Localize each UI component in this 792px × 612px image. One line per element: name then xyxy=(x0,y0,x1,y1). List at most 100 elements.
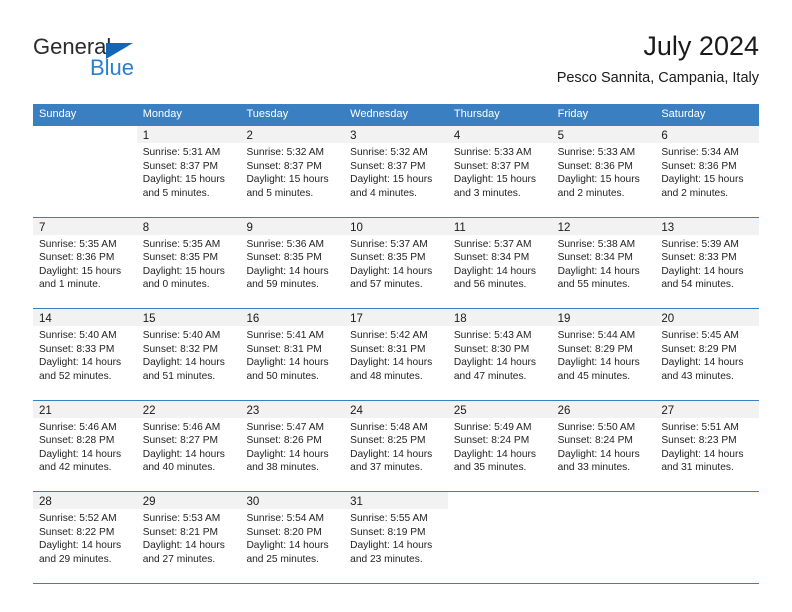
weekday-header-wednesday: Wednesday xyxy=(350,108,409,120)
day-number: 8 xyxy=(142,221,150,234)
day-number: 10 xyxy=(350,221,363,234)
calendar-day-cell[interactable]: 25 Sunrise: 5:49 AM Sunset: 8:24 PM Dayligh… xyxy=(447,400,552,492)
day-number-band: 18 xyxy=(447,309,552,326)
sunset-text: Sunset: 8:24 PM xyxy=(453,435,530,447)
calendar-day-cell[interactable]: 1 Sunrise: 5:31 AM Sunset: 8:37 PM Daylight… xyxy=(136,126,241,217)
calendar-day-cell[interactable]: 15 Sunrise: 5:40 AM Sunset: 8:32 PM Dayligh… xyxy=(136,309,241,400)
daylight-text-line1: Daylight: 14 hours xyxy=(142,448,225,460)
calendar-day-cell[interactable]: 27 Sunrise: 5:51 AM Sunset: 8:23 PM Dayligh… xyxy=(655,400,760,492)
calendar-day-cell[interactable]: 12 Sunrise: 5:38 AM Sunset: 8:34 PM Dayligh… xyxy=(551,217,656,309)
calendar-day-cell[interactable]: 16 Sunrise: 5:41 AM Sunset: 8:31 PM Dayligh… xyxy=(240,309,345,400)
sunrise-text: Sunrise: 5:33 AM xyxy=(453,147,532,158)
calendar-day-cell[interactable]: 17 Sunrise: 5:42 AM Sunset: 8:31 PM Dayligh… xyxy=(344,309,448,400)
daylight-text-line2: and 2 minutes. xyxy=(557,187,625,199)
day-number-band: 17 xyxy=(344,309,448,326)
calendar-day-cell[interactable]: 26 Sunrise: 5:50 AM Sunset: 8:24 PM Dayligh… xyxy=(551,400,656,492)
general-blue-logo[interactable]: General Blue xyxy=(33,34,253,90)
daylight-text-line2: and 57 minutes. xyxy=(350,279,423,291)
calendar-day-cell[interactable]: 3 Sunrise: 5:32 AM Sunset: 8:37 PM Daylight… xyxy=(344,126,448,217)
calendar-day-cell[interactable]: 13 Sunrise: 5:39 AM Sunset: 8:33 PM Dayligh… xyxy=(655,217,760,309)
sunset-text: Sunset: 8:20 PM xyxy=(246,526,322,538)
day-number: 7 xyxy=(39,221,46,234)
daylight-text-line2: and 52 minutes. xyxy=(39,370,112,382)
sunset-text: Sunset: 8:29 PM xyxy=(557,343,633,355)
sunset-text: Sunset: 8:36 PM xyxy=(39,252,115,264)
daylight-text-line2: and 35 minutes. xyxy=(453,462,527,474)
daylight-text-line2: and 1 minute. xyxy=(39,279,101,291)
day-sun-info: Sunrise: 5:55 AM Sunset: 8:19 PM Daylight:… xyxy=(344,509,448,566)
daylight-text-line1: Daylight: 14 hours xyxy=(557,448,640,460)
sunset-text: Sunset: 8:30 PM xyxy=(453,343,530,355)
calendar-day-cell[interactable]: 14 Sunrise: 5:40 AM Sunset: 8:33 PM Dayligh… xyxy=(33,309,137,400)
day-sun-info: Sunrise: 5:50 AM Sunset: 8:24 PM Daylight:… xyxy=(552,418,656,475)
day-number-band: 24 xyxy=(344,400,448,418)
sunrise-text: Sunrise: 5:42 AM xyxy=(350,330,428,341)
day-sun-info: Sunrise: 5:33 AM Sunset: 8:36 PM Daylight:… xyxy=(552,143,656,200)
calendar-day-cell[interactable]: 21 Sunrise: 5:46 AM Sunset: 8:28 PM Dayligh… xyxy=(33,400,137,492)
sunset-text: Sunset: 8:35 PM xyxy=(246,252,322,264)
day-number: 16 xyxy=(246,313,260,325)
day-number-band: 13 xyxy=(655,217,760,235)
daylight-text-line2: and 55 minutes. xyxy=(557,279,631,291)
calendar-day-cell[interactable]: 8 Sunrise: 5:35 AM Sunset: 8:35 PM Daylight… xyxy=(136,217,241,309)
calendar-day-cell-empty xyxy=(551,492,656,583)
daylight-text-line2: and 40 minutes. xyxy=(142,462,216,474)
daylight-text-line2: and 29 minutes. xyxy=(39,553,112,565)
calendar-day-cell[interactable]: 4 Sunrise: 5:33 AM Sunset: 8:37 PM Daylight… xyxy=(447,126,552,217)
sunrise-text: Sunrise: 5:35 AM xyxy=(39,238,117,250)
weekday-header-friday: Friday xyxy=(557,108,589,120)
sunrise-text: Sunrise: 5:40 AM xyxy=(142,330,221,341)
calendar-day-cell[interactable]: 20 Sunrise: 5:45 AM Sunset: 8:29 PM Dayligh… xyxy=(655,309,760,400)
calendar-day-cell[interactable]: 2 Sunrise: 5:32 AM Sunset: 8:37 PM Daylight… xyxy=(240,126,345,217)
day-number-band: 9 xyxy=(240,217,345,235)
day-number: 4 xyxy=(453,130,461,142)
day-sun-info: Sunrise: 5:42 AM Sunset: 8:31 PM Daylight:… xyxy=(344,326,448,383)
sunset-text: Sunset: 8:28 PM xyxy=(39,435,115,447)
calendar-day-cell[interactable]: 10 Sunrise: 5:37 AM Sunset: 8:35 PM Dayligh… xyxy=(344,217,448,309)
sunrise-text: Sunrise: 5:50 AM xyxy=(557,421,636,433)
day-number-band: 14 xyxy=(33,309,137,326)
calendar-day-cell[interactable]: 30 Sunrise: 5:54 AM Sunset: 8:20 PM Dayligh… xyxy=(240,492,345,583)
sunrise-text: Sunrise: 5:54 AM xyxy=(246,513,325,524)
day-number-band: 3 xyxy=(344,126,448,143)
daylight-text-line2: and 27 minutes. xyxy=(142,553,216,565)
calendar-grid: Sunday Monday Tuesday Wednesday Thursday Frid… xyxy=(33,104,760,584)
day-sun-info: Sunrise: 5:53 AM Sunset: 8:21 PM Daylight:… xyxy=(137,509,241,566)
sunset-text: Sunset: 8:37 PM xyxy=(246,160,322,172)
day-sun-info xyxy=(655,509,759,512)
day-number-band: 4 xyxy=(447,126,552,143)
calendar-day-cell[interactable]: 19 Sunrise: 5:44 AM Sunset: 8:29 PM Dayligh… xyxy=(551,309,656,400)
sunrise-text: Sunrise: 5:40 AM xyxy=(39,330,117,341)
day-number: 6 xyxy=(661,130,668,142)
calendar-day-cell[interactable]: 18 Sunrise: 5:43 AM Sunset: 8:30 PM Dayligh… xyxy=(447,309,552,400)
day-sun-info: Sunrise: 5:49 AM Sunset: 8:24 PM Daylight:… xyxy=(448,418,552,475)
sunrise-text: Sunrise: 5:32 AM xyxy=(350,147,428,158)
sunrise-text: Sunrise: 5:36 AM xyxy=(246,238,325,250)
day-number: 14 xyxy=(39,313,52,325)
calendar-day-cell[interactable]: 22 Sunrise: 5:46 AM Sunset: 8:27 PM Dayligh… xyxy=(136,400,241,492)
daylight-text-line2: and 56 minutes. xyxy=(453,279,527,291)
calendar-day-cell[interactable]: 9 Sunrise: 5:36 AM Sunset: 8:35 PM Daylight… xyxy=(240,217,345,309)
day-number-band: 7 xyxy=(33,217,137,235)
calendar-day-cell[interactable]: 23 Sunrise: 5:47 AM Sunset: 8:26 PM Dayligh… xyxy=(240,400,345,492)
sunset-text: Sunset: 8:26 PM xyxy=(246,435,322,447)
calendar-day-cell[interactable]: 6 Sunrise: 5:34 AM Sunset: 8:36 PM Daylight… xyxy=(655,126,760,217)
calendar-week-row: 21 Sunrise: 5:46 AM Sunset: 8:28 PM Dayligh… xyxy=(33,399,760,492)
sunset-text: Sunset: 8:35 PM xyxy=(142,252,219,264)
daylight-text-line2: and 37 minutes. xyxy=(350,462,423,474)
sunrise-text: Sunrise: 5:49 AM xyxy=(453,421,532,433)
day-sun-info: Sunrise: 5:45 AM Sunset: 8:29 PM Daylight:… xyxy=(655,326,759,383)
day-sun-info: Sunrise: 5:31 AM Sunset: 8:37 PM Daylight:… xyxy=(137,143,241,200)
day-sun-info: Sunrise: 5:40 AM Sunset: 8:32 PM Daylight:… xyxy=(137,326,241,383)
calendar-day-cell[interactable]: 31 Sunrise: 5:55 AM Sunset: 8:19 PM Dayligh… xyxy=(344,492,448,583)
calendar-day-cell[interactable]: 24 Sunrise: 5:48 AM Sunset: 8:25 PM Dayligh… xyxy=(344,400,448,492)
sunrise-text: Sunrise: 5:47 AM xyxy=(246,421,325,433)
daylight-text-line1: Daylight: 15 hours xyxy=(453,174,536,186)
calendar-day-cell[interactable]: 5 Sunrise: 5:33 AM Sunset: 8:36 PM Daylight… xyxy=(551,126,656,217)
calendar-day-cell[interactable]: 29 Sunrise: 5:53 AM Sunset: 8:21 PM Dayligh… xyxy=(136,492,241,583)
calendar-day-cell[interactable]: 7 Sunrise: 5:35 AM Sunset: 8:36 PM Daylight… xyxy=(33,217,137,309)
day-sun-info: Sunrise: 5:52 AM Sunset: 8:22 PM Daylight:… xyxy=(33,509,137,566)
calendar-day-cell[interactable]: 11 Sunrise: 5:37 AM Sunset: 8:34 PM Dayligh… xyxy=(447,217,552,309)
daylight-text-line1: Daylight: 14 hours xyxy=(39,540,122,552)
calendar-day-cell[interactable]: 28 Sunrise: 5:52 AM Sunset: 8:22 PM Dayligh… xyxy=(33,492,137,583)
